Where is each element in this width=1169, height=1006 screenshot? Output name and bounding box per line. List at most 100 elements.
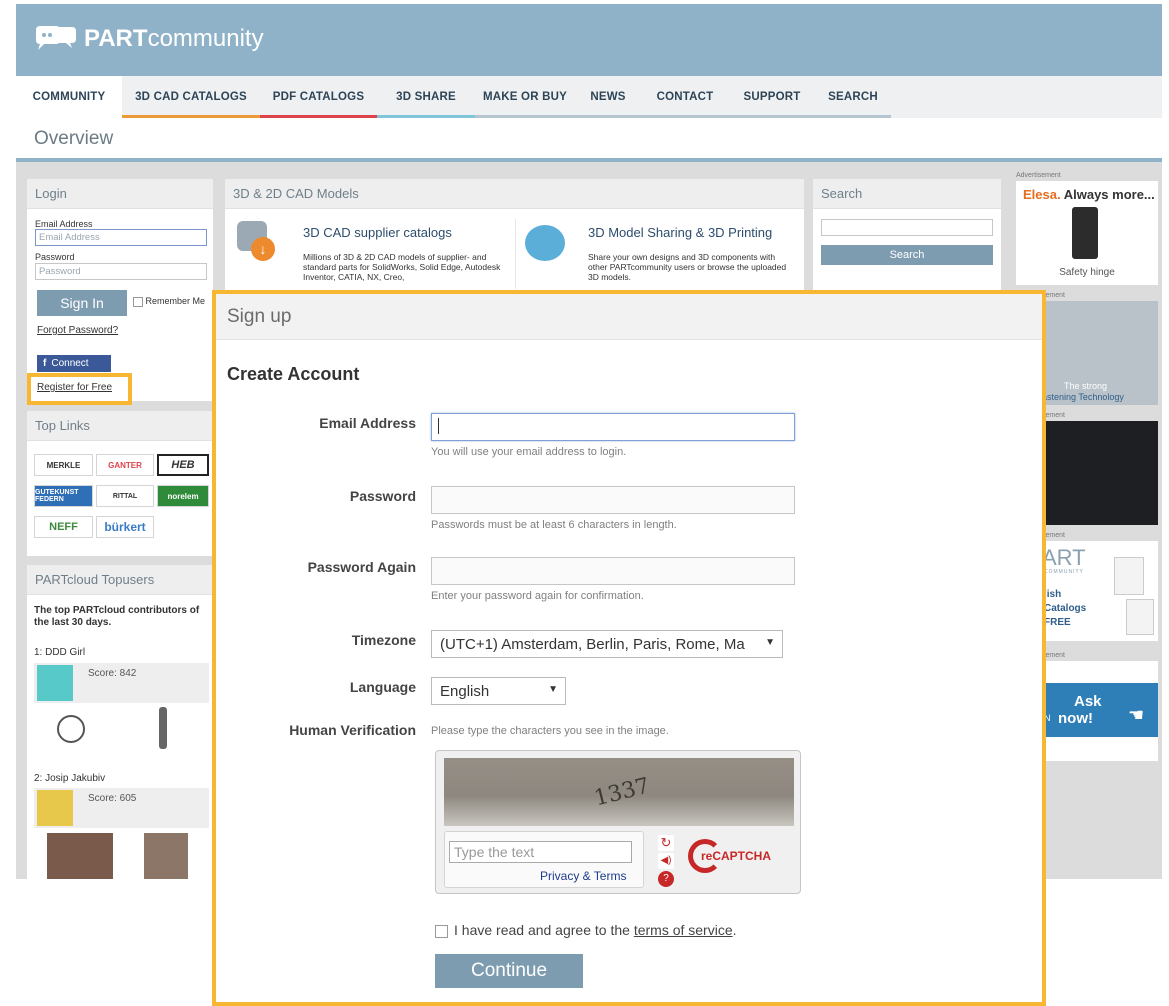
gutekunst-logo[interactable]: GUTEKUNST FEDERN <box>34 485 93 507</box>
topusers-panel: PARTcloud Topusers The top PARTcloud con… <box>27 565 213 879</box>
part-ad-line-3: FREE <box>1044 617 1071 628</box>
nav-search[interactable]: SEARCH <box>815 76 891 118</box>
elesa-ad[interactable]: Elesa. Always more... Safety hinge <box>1016 181 1158 285</box>
human-verification-label: Human Verification <box>289 722 416 738</box>
statue-model-icon[interactable] <box>159 707 167 749</box>
heb-logo[interactable]: HEB <box>157 454 209 476</box>
password-again-hint: Enter your password again for confirmati… <box>431 590 644 602</box>
captcha-input[interactable]: Type the text <box>449 841 632 863</box>
language-select[interactable]: English ▼ <box>431 677 566 705</box>
nav-support[interactable]: SUPPORT <box>729 76 815 118</box>
ask-now-line-2: now! <box>1058 710 1093 727</box>
signup-dialog: Sign up Create Account Email Address Pas… <box>212 290 1046 1006</box>
nav-3d-share-underline <box>377 115 475 118</box>
model-sharing-link[interactable]: 3D Model Sharing & 3D Printing <box>588 225 772 240</box>
timezone-select[interactable]: (UTC+1) Amsterdam, Berlin, Paris, Rome, … <box>431 630 783 658</box>
help-icon[interactable]: ? <box>658 871 674 887</box>
ganter-logo[interactable]: GANTER <box>96 454 154 476</box>
terms-text: I have read and agree to the <box>454 922 634 938</box>
recaptcha-widget: 1337 Type the text Privacy & Terms ↻ ◀) … <box>435 750 801 894</box>
part-ad-logo: ART <box>1042 545 1086 570</box>
remember-me[interactable]: Remember Me <box>133 296 205 307</box>
nav-pdf-catalogs[interactable]: PDF CATALOGS <box>260 76 377 118</box>
forgot-password-link[interactable]: Forgot Password? <box>37 325 118 336</box>
nav-make-or-buy[interactable]: MAKE OR BUY <box>475 76 575 118</box>
topusers-intro: The top PARTcloud contributors of the la… <box>34 605 200 628</box>
partcommunity-logo[interactable]: PARTcommunity <box>34 24 264 54</box>
verification-hint: Please type the characters you see in th… <box>431 725 669 737</box>
email-label: Email Address <box>35 219 93 229</box>
password-label: Password <box>35 252 75 262</box>
topuser-1-name[interactable]: 1: DDD Girl <box>34 647 85 658</box>
search-button[interactable]: Search <box>821 245 993 265</box>
pdf-icon <box>1114 557 1144 595</box>
search-input[interactable] <box>821 219 993 236</box>
password-again-label: Password Again <box>307 559 416 575</box>
dark-product-ad[interactable] <box>1042 421 1158 525</box>
merkle-logo[interactable]: MERKLE <box>34 454 93 476</box>
page-title: Overview <box>34 128 114 149</box>
continue-button[interactable]: Continue <box>435 954 583 988</box>
sign-in-button[interactable]: Sign In <box>37 290 127 316</box>
refresh-icon[interactable]: ↻ <box>658 835 674 851</box>
cad-models-title: 3D & 2D CAD Models <box>225 179 804 209</box>
chevron-down-icon: ▼ <box>761 637 775 648</box>
cad-catalog-icon: ↓ <box>237 221 275 265</box>
login-panel: Login Email Address Email Address Passwo… <box>27 179 213 401</box>
text-cursor <box>438 418 439 434</box>
fastening-ad[interactable]: The strong astening Technology <box>1042 301 1158 405</box>
facebook-connect-button[interactable]: f Connect <box>37 355 111 372</box>
nav-news-underline <box>575 115 641 118</box>
nav-news[interactable]: NEWS <box>575 76 641 118</box>
email-hint: You will use your email address to login… <box>431 446 627 458</box>
nav-3d-cad-catalogs[interactable]: 3D CAD CATALOGS <box>122 76 260 118</box>
ask-now-ad[interactable]: Ask N now! ☚ <box>1042 661 1158 761</box>
remember-me-checkbox[interactable] <box>133 296 143 307</box>
column-divider <box>515 219 516 289</box>
terms-of-service-link[interactable]: terms of service <box>634 922 733 938</box>
avatar <box>37 790 73 826</box>
norelem-logo[interactable]: norelem <box>157 485 209 507</box>
soccer-ball-model-icon[interactable] <box>57 715 85 743</box>
cloud-share-icon <box>525 225 565 261</box>
cad-catalogs-link[interactable]: 3D CAD supplier catalogs <box>303 225 452 240</box>
signup-password-again-input[interactable] <box>431 557 795 585</box>
nav-search-underline <box>815 115 891 118</box>
terms-checkbox[interactable] <box>435 924 448 938</box>
signup-password-input[interactable] <box>431 486 795 514</box>
robot-model-thumbnail[interactable] <box>47 833 113 879</box>
signup-email-input[interactable] <box>431 413 795 441</box>
nav-contact[interactable]: CONTACT <box>641 76 729 118</box>
password-hint: Passwords must be at least 6 characters … <box>431 519 677 531</box>
ask-now-banner: Ask N now! ☚ <box>1042 683 1158 737</box>
chevron-down-icon: ▼ <box>548 684 558 695</box>
nav-make-or-buy-underline <box>475 115 575 118</box>
neff-logo[interactable]: NEFF <box>34 516 93 538</box>
audio-icon[interactable]: ◀) <box>658 853 674 869</box>
topuser-1-card: Score: 842 <box>34 663 209 703</box>
nav-contact-underline <box>641 115 729 118</box>
avatar <box>37 665 73 701</box>
burkert-logo[interactable]: bürkert <box>96 516 154 538</box>
nav-3d-cad-catalogs-underline <box>122 115 260 118</box>
nav-3d-share[interactable]: 3D SHARE <box>377 76 475 118</box>
rittal-logo[interactable]: RITTAL <box>96 485 154 507</box>
site-header: PARTcommunity <box>16 4 1162 76</box>
partcommunity-catalogs-ad[interactable]: ART COMMUNITY lish Catalogs FREE <box>1042 541 1158 641</box>
topuser-2-name[interactable]: 2: Josip Jakubiv <box>34 773 105 784</box>
facebook-icon: f <box>43 358 47 369</box>
nav-community-underline <box>16 115 122 118</box>
login-password-input[interactable]: Password <box>35 263 207 280</box>
recaptcha-brand: reCAPTCHA <box>701 849 772 863</box>
privacy-terms-link[interactable]: Privacy & Terms <box>540 869 626 883</box>
pdf-icon-2 <box>1126 599 1154 635</box>
part-ad-line-2: Catalogs <box>1044 603 1087 614</box>
figure-model-thumbnail[interactable] <box>144 833 188 879</box>
ask-now-line-1: Ask <box>1074 693 1102 710</box>
login-email-input[interactable]: Email Address <box>35 229 207 246</box>
terms-agreement: I have read and agree to the terms of se… <box>435 922 737 938</box>
search-title: Search <box>813 179 1001 209</box>
nav-community[interactable]: COMMUNITY <box>16 76 122 118</box>
top-links-panel: Top Links MERKLE GANTER HEB GUTEKUNST FE… <box>27 411 213 556</box>
form-labels: Email Address Password Password Again Ti… <box>216 294 416 894</box>
